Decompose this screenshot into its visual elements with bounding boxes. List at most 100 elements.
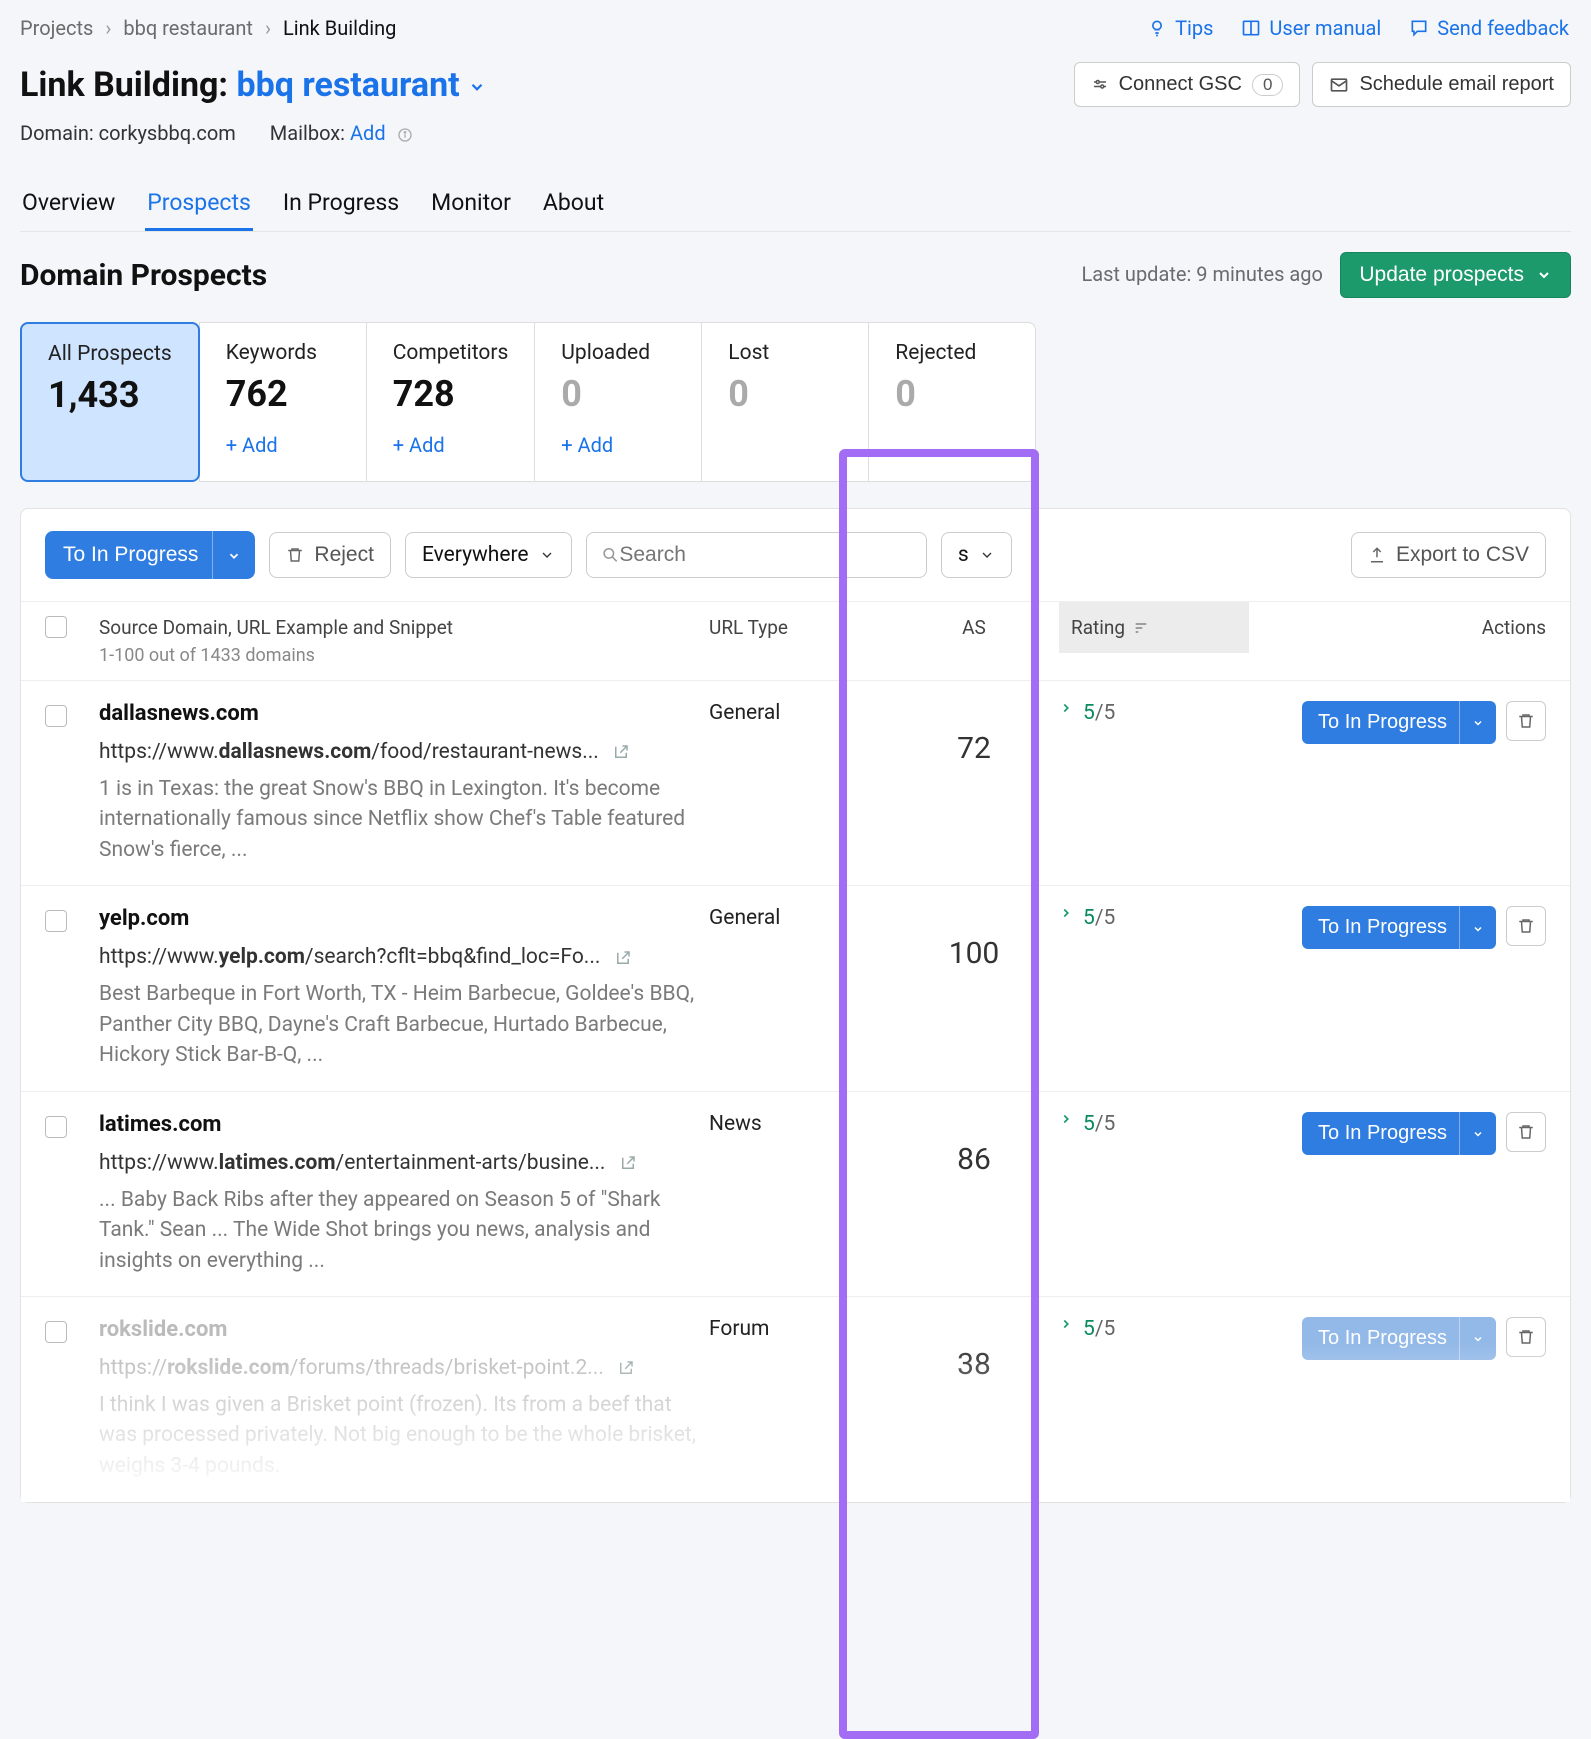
reject-button[interactable]: Reject (269, 532, 391, 578)
row-domain[interactable]: dallasnews.com (99, 701, 709, 726)
export-csv-button[interactable]: Export to CSV (1351, 532, 1546, 578)
tab-about[interactable]: About (541, 189, 606, 231)
row-rating[interactable]: 5/5 (1059, 1112, 1249, 1136)
search-input-wrap[interactable] (586, 532, 927, 578)
tab-in-progress[interactable]: In Progress (281, 189, 401, 231)
send-feedback-link[interactable]: Send feedback (1409, 16, 1569, 40)
card-uploaded[interactable]: Uploaded 0 + Add (534, 322, 702, 482)
row-to-in-progress-dropdown[interactable] (1459, 1317, 1496, 1360)
external-link-icon[interactable] (617, 1359, 635, 1377)
row-url[interactable]: https://www.dallasnews.com/food/restaura… (99, 740, 709, 764)
card-keywords[interactable]: Keywords 762 + Add (199, 322, 367, 482)
row-url-type: General (709, 701, 889, 725)
trash-icon (1517, 712, 1535, 730)
col-actions: Actions (1249, 616, 1546, 639)
project-name[interactable]: bbq restaurant (236, 65, 459, 105)
row-url-type: Forum (709, 1317, 889, 1341)
row-domain[interactable]: latimes.com (99, 1112, 709, 1137)
tips-link[interactable]: Tips (1147, 16, 1213, 40)
row-checkbox[interactable] (45, 1116, 67, 1138)
settings-icon (1091, 76, 1109, 94)
gsc-count-badge: 0 (1252, 74, 1283, 96)
row-to-in-progress-button[interactable]: To In Progress (1302, 1317, 1463, 1360)
row-to-in-progress-dropdown[interactable] (1459, 701, 1496, 744)
chevron-right-icon (1059, 1317, 1073, 1331)
row-delete-button[interactable] (1506, 701, 1546, 741)
row-rating[interactable]: 5/5 (1059, 906, 1249, 930)
filter-select[interactable]: s (941, 532, 1012, 578)
search-input[interactable] (619, 543, 911, 567)
table-row: dallasnews.com https://www.dallasnews.co… (21, 681, 1570, 886)
mailbox-add-link[interactable]: Add (350, 121, 386, 145)
to-in-progress-dropdown[interactable] (212, 531, 255, 579)
table-row: yelp.com https://www.yelp.com/search?cfl… (21, 886, 1570, 1091)
tab-prospects[interactable]: Prospects (145, 189, 253, 231)
trash-icon (1517, 1328, 1535, 1346)
row-to-in-progress-dropdown[interactable] (1459, 1112, 1496, 1155)
chevron-right-icon: › (265, 16, 271, 40)
tab-overview[interactable]: Overview (20, 189, 117, 231)
card-all-prospects[interactable]: All Prospects 1,433 (20, 322, 200, 482)
external-link-icon[interactable] (612, 743, 630, 761)
card-lost[interactable]: Lost 0 (701, 322, 869, 482)
pagination-text: 1-100 out of 1433 domains (99, 645, 709, 666)
update-prospects-button[interactable]: Update prospects (1340, 252, 1571, 298)
row-url-type: General (709, 906, 889, 930)
tab-monitor[interactable]: Monitor (429, 189, 513, 231)
card-rejected[interactable]: Rejected 0 (868, 322, 1036, 482)
row-as: 100 (889, 906, 1059, 971)
breadcrumb-current: Link Building (283, 16, 396, 40)
row-checkbox[interactable] (45, 705, 67, 727)
scope-select[interactable]: Everywhere (405, 532, 572, 578)
info-icon[interactable] (397, 127, 413, 143)
row-snippet: I think I was given a Brisket point (fro… (99, 1390, 709, 1481)
row-to-in-progress-button[interactable]: To In Progress (1302, 701, 1463, 744)
row-url[interactable]: https://www.yelp.com/search?cflt=bbq&fin… (99, 945, 709, 969)
chevron-down-icon (1472, 1333, 1484, 1345)
add-keywords-link[interactable]: + Add (226, 433, 340, 457)
row-url[interactable]: https://rokslide.com/forums/threads/bris… (99, 1356, 709, 1380)
tabs: Overview Prospects In Progress Monitor A… (20, 189, 1571, 232)
table-row: rokslide.com https://rokslide.com/forums… (21, 1297, 1570, 1502)
to-in-progress-button[interactable]: To In Progress (45, 531, 216, 579)
chevron-right-icon (1059, 1112, 1073, 1126)
row-rating[interactable]: 5/5 (1059, 1317, 1249, 1341)
col-url-type[interactable]: URL Type (709, 616, 889, 639)
connect-gsc-button[interactable]: Connect GSC 0 (1074, 62, 1301, 107)
card-competitors[interactable]: Competitors 728 + Add (366, 322, 536, 482)
col-rating[interactable]: Rating (1059, 602, 1249, 653)
chevron-down-icon (227, 549, 241, 563)
row-to-in-progress-dropdown[interactable] (1459, 906, 1496, 949)
row-domain[interactable]: yelp.com (99, 906, 709, 931)
row-delete-button[interactable] (1506, 1112, 1546, 1152)
select-all-checkbox[interactable] (45, 616, 67, 638)
row-as: 86 (889, 1112, 1059, 1177)
chevron-down-icon (1472, 923, 1484, 935)
schedule-email-button[interactable]: Schedule email report (1312, 62, 1571, 107)
row-to-in-progress-button[interactable]: To In Progress (1302, 906, 1463, 949)
chevron-right-icon: › (105, 16, 111, 40)
row-domain[interactable]: rokslide.com (99, 1317, 709, 1342)
add-competitors-link[interactable]: + Add (393, 433, 509, 457)
table-header: Source Domain, URL Example and Snippet 1… (21, 601, 1570, 681)
row-checkbox[interactable] (45, 1321, 67, 1343)
table-row: latimes.com https://www.latimes.com/ente… (21, 1092, 1570, 1297)
external-link-icon[interactable] (614, 949, 632, 967)
row-delete-button[interactable] (1506, 906, 1546, 946)
row-to-in-progress-button[interactable]: To In Progress (1302, 1112, 1463, 1155)
row-rating[interactable]: 5/5 (1059, 701, 1249, 725)
col-as[interactable]: AS (889, 616, 1059, 639)
chevron-down-icon[interactable] (468, 78, 486, 96)
col-source[interactable]: Source Domain, URL Example and Snippet (99, 616, 709, 639)
user-manual-link[interactable]: User manual (1241, 16, 1381, 40)
chevron-down-icon (1536, 267, 1552, 283)
breadcrumb-projects[interactable]: Projects (20, 16, 93, 40)
row-url[interactable]: https://www.latimes.com/entertainment-ar… (99, 1151, 709, 1175)
row-to-in-progress-group: To In Progress (1302, 1317, 1496, 1360)
trash-icon (286, 546, 304, 564)
row-delete-button[interactable] (1506, 1317, 1546, 1357)
external-link-icon[interactable] (619, 1154, 637, 1172)
breadcrumb-project[interactable]: bbq restaurant (123, 16, 253, 40)
add-uploaded-link[interactable]: + Add (561, 433, 675, 457)
row-checkbox[interactable] (45, 910, 67, 932)
